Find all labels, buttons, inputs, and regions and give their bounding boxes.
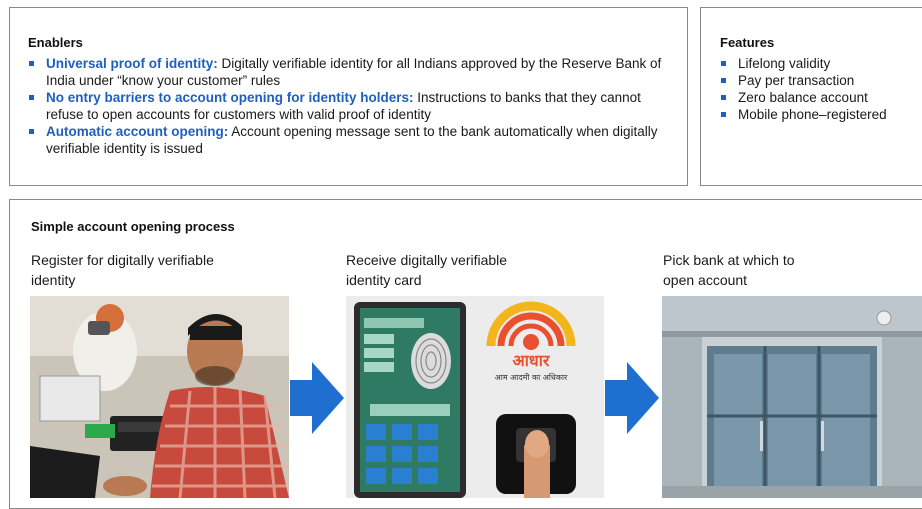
process-title: Simple account opening process: [31, 219, 235, 234]
photo-identity-card-icon: आधार आम आदमी का अधिकार: [346, 296, 604, 498]
arrow-right-icon: [605, 362, 659, 434]
bullet-icon: [29, 95, 34, 100]
photo-bank-building-icon: [662, 296, 922, 498]
list-item: Mobile phone–registered: [720, 106, 922, 123]
step-3-label: Pick bank at which to open account: [663, 250, 903, 290]
step-2-label: Receive digitally verifiable identity ca…: [346, 250, 586, 290]
bullet-icon: [721, 78, 726, 83]
step-label-line: identity: [31, 272, 76, 288]
step-1-label: Register for digitally verifiable identi…: [31, 250, 271, 290]
step-label-line: Register for digitally verifiable: [31, 252, 214, 268]
features-panel: Features Lifelong validity Pay per trans…: [700, 7, 922, 186]
photo-identity-card-icon: आधार आम आदमी का अधिकार: [346, 296, 604, 498]
list-item: Automatic account opening: Account openi…: [28, 123, 678, 157]
photo-bank-building-icon: [662, 296, 922, 498]
bullet-icon: [721, 95, 726, 100]
enablers-title: Enablers: [28, 35, 83, 50]
bullet-icon: [29, 129, 34, 134]
bullet-icon: [29, 61, 34, 66]
step-label-line: identity card: [346, 272, 422, 288]
enabler-highlight: Universal proof of identity:: [46, 56, 218, 71]
features-title: Features: [720, 35, 775, 50]
feature-text: Pay per transaction: [738, 73, 855, 88]
list-item: Pay per transaction: [720, 72, 922, 89]
photo-registration-icon: [30, 296, 289, 498]
list-item: Zero balance account: [720, 89, 922, 106]
card-logo-subtext: आम आदमी का अधिकार: [495, 372, 568, 382]
arrow-right-icon: [290, 362, 344, 434]
step-label-line: open account: [663, 272, 748, 288]
list-item: Universal proof of identity: Digitally v…: [28, 55, 678, 89]
photo-registration-icon: [30, 296, 289, 498]
step-label-line: Pick bank at which to: [663, 252, 795, 268]
list-item: Lifelong validity: [720, 55, 922, 72]
feature-text: Zero balance account: [738, 90, 868, 105]
enablers-panel: Enablers Universal proof of identity: Di…: [9, 7, 688, 186]
features-list: Lifelong validity Pay per transaction Ze…: [720, 55, 922, 123]
bullet-icon: [721, 112, 726, 117]
process-panel: Simple account opening process Register …: [9, 199, 922, 509]
bullet-icon: [721, 61, 726, 66]
list-item: No entry barriers to account opening for…: [28, 89, 678, 123]
step-label-line: Receive digitally verifiable: [346, 252, 508, 268]
enabler-highlight: No entry barriers to account opening for…: [46, 90, 414, 105]
feature-text: Mobile phone–registered: [738, 107, 887, 122]
card-logo-text: आधार: [513, 351, 551, 370]
feature-text: Lifelong validity: [738, 56, 831, 71]
enablers-list: Universal proof of identity: Digitally v…: [28, 55, 678, 157]
enabler-highlight: Automatic account opening:: [46, 124, 229, 139]
